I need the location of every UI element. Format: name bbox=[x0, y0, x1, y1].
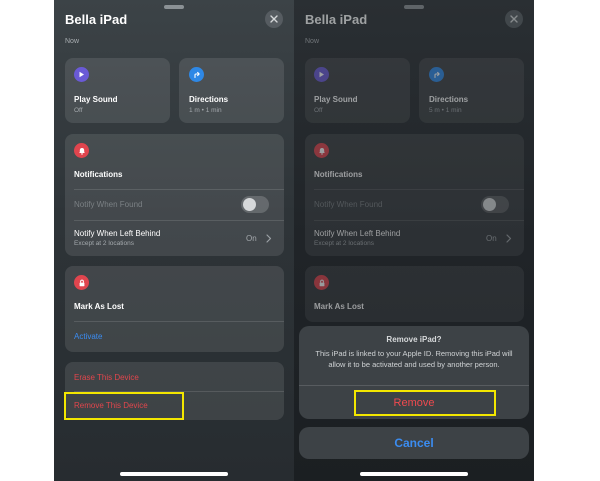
notifications-title: Notifications bbox=[314, 170, 363, 179]
notify-when-found-label: Notify When Found bbox=[314, 200, 383, 209]
play-icon bbox=[319, 71, 324, 78]
directions-icon-badge bbox=[189, 67, 204, 82]
device-subtitle: Now bbox=[65, 38, 80, 45]
notifications-card: Notifications Notify When Found Notify W… bbox=[305, 134, 524, 256]
directions-arrow-icon bbox=[193, 71, 200, 78]
sheet-message: This iPad is linked to your Apple ID. Re… bbox=[315, 349, 513, 369]
cancel-button[interactable]: Cancel bbox=[299, 427, 529, 459]
notifications-icon-badge bbox=[314, 143, 329, 158]
notify-left-behind-label[interactable]: Notify When Left Behind bbox=[74, 229, 160, 238]
mark-as-lost-title: Mark As Lost bbox=[314, 302, 364, 311]
notify-left-behind-sub: Except at 2 locations bbox=[74, 240, 134, 247]
device-subtitle: Now bbox=[305, 38, 320, 45]
sheet-title: Remove iPad? bbox=[386, 335, 442, 344]
directions-eta: 1 m • 1 min bbox=[189, 107, 222, 114]
close-button[interactable] bbox=[265, 10, 283, 28]
bell-icon bbox=[318, 147, 325, 155]
bell-icon bbox=[78, 147, 85, 155]
directions-arrow-icon bbox=[433, 71, 440, 78]
notify-left-behind-value: On bbox=[246, 234, 257, 243]
divider bbox=[74, 321, 284, 322]
close-icon bbox=[510, 15, 518, 23]
device-title: Bella iPad bbox=[65, 12, 128, 27]
notify-left-behind-value: On bbox=[486, 234, 497, 243]
divider bbox=[74, 189, 284, 190]
directions-label: Directions bbox=[189, 95, 229, 104]
home-indicator bbox=[360, 472, 468, 476]
divider bbox=[299, 385, 529, 386]
home-indicator bbox=[120, 472, 228, 476]
sheet-grabber[interactable] bbox=[164, 5, 184, 9]
left-screen: Bella iPad Now Play Sound Off Directions… bbox=[54, 0, 294, 481]
mark-as-lost-card: Mark As Lost Activate bbox=[65, 266, 284, 352]
sheet-grabber bbox=[404, 5, 424, 9]
mark-as-lost-card: Mark As Lost bbox=[305, 266, 524, 322]
lost-icon-badge bbox=[314, 275, 329, 290]
play-sound-icon-badge bbox=[314, 67, 329, 82]
device-title: Bella iPad bbox=[305, 12, 368, 27]
play-sound-label: Play Sound bbox=[314, 95, 358, 104]
right-screen: Bella iPad Now Play Sound Off Directions… bbox=[294, 0, 534, 481]
directions-icon-badge bbox=[429, 67, 444, 82]
lock-icon bbox=[319, 279, 324, 286]
chevron-right-icon[interactable] bbox=[266, 234, 272, 243]
directions-label: Directions bbox=[429, 95, 469, 104]
lost-icon-badge bbox=[74, 275, 89, 290]
erase-device-button[interactable]: Erase This Device bbox=[74, 373, 139, 382]
notify-left-behind-sub: Except at 2 locations bbox=[314, 240, 374, 247]
highlight-box bbox=[354, 390, 496, 416]
divider bbox=[314, 189, 524, 190]
directions-tile: Directions 5 m • 1 min bbox=[419, 58, 524, 123]
play-sound-status: Off bbox=[314, 107, 323, 114]
notifications-icon-badge bbox=[74, 143, 89, 158]
notify-left-behind-label: Notify When Left Behind bbox=[314, 229, 401, 238]
directions-eta: 5 m • 1 min bbox=[429, 107, 462, 114]
close-icon bbox=[270, 15, 278, 23]
play-sound-tile: Play Sound Off bbox=[305, 58, 410, 123]
play-sound-label: Play Sound bbox=[74, 95, 118, 104]
mark-as-lost-title: Mark As Lost bbox=[74, 302, 124, 311]
notifications-title: Notifications bbox=[74, 170, 123, 179]
notify-when-found-toggle bbox=[481, 196, 509, 213]
close-button bbox=[505, 10, 523, 28]
divider bbox=[74, 220, 284, 221]
notify-when-found-label: Notify When Found bbox=[74, 200, 143, 209]
play-sound-status: Off bbox=[74, 107, 83, 114]
notify-when-found-toggle[interactable] bbox=[241, 196, 269, 213]
play-sound-tile[interactable]: Play Sound Off bbox=[65, 58, 170, 123]
notifications-card: Notifications Notify When Found Notify W… bbox=[65, 134, 284, 256]
lock-icon bbox=[79, 279, 84, 286]
play-sound-icon-badge bbox=[74, 67, 89, 82]
play-icon bbox=[79, 71, 84, 78]
cancel-label: Cancel bbox=[394, 436, 434, 450]
chevron-right-icon bbox=[506, 234, 512, 243]
directions-tile[interactable]: Directions 1 m • 1 min bbox=[179, 58, 284, 123]
divider bbox=[314, 220, 524, 221]
highlight-box bbox=[64, 392, 184, 420]
activate-link[interactable]: Activate bbox=[74, 332, 102, 341]
